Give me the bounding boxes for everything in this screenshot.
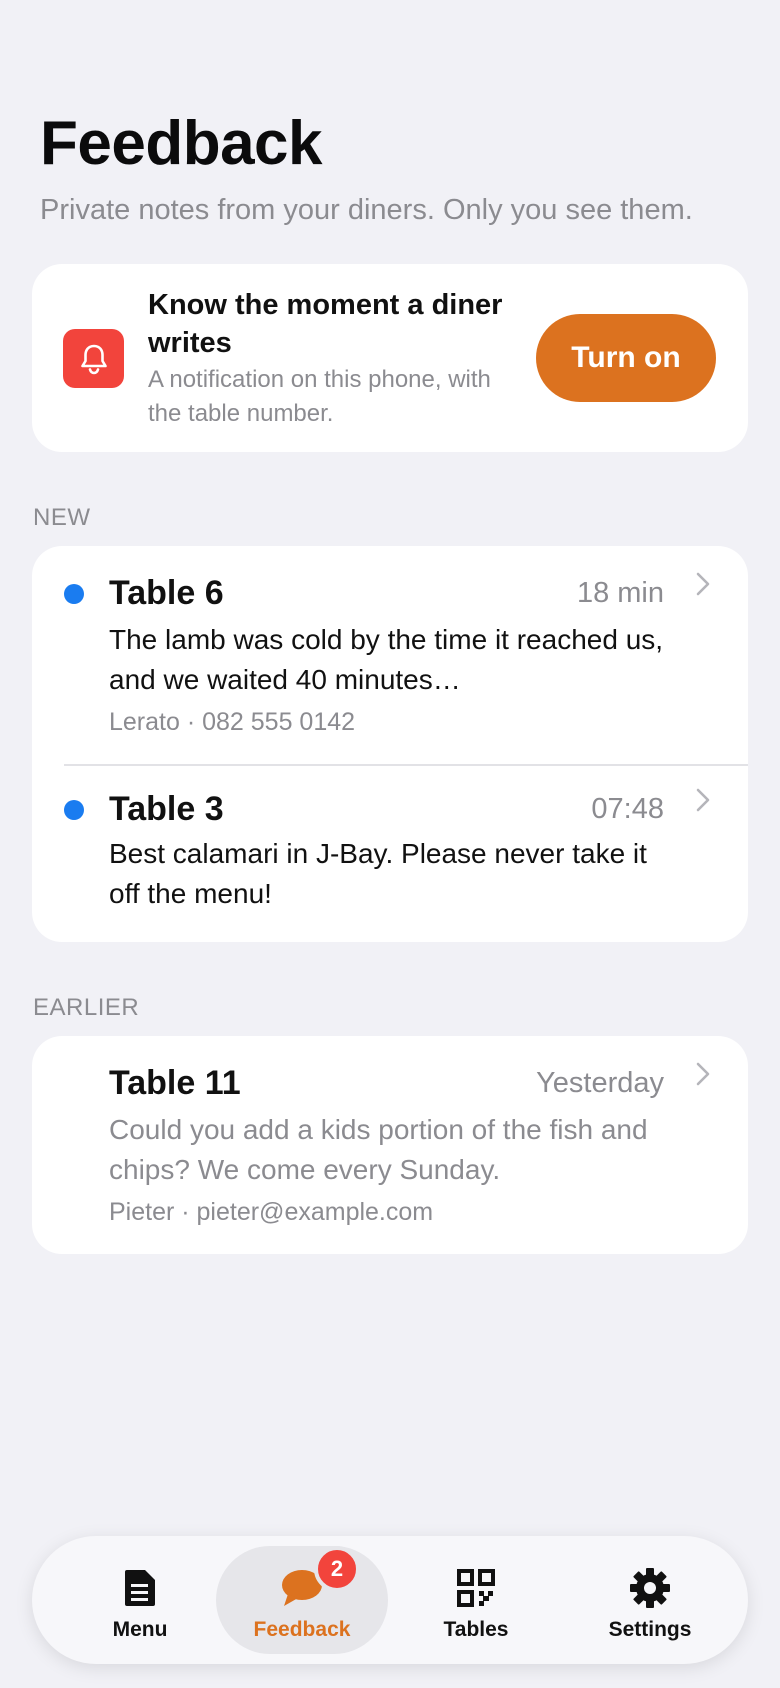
feedback-row[interactable]: Table 6 18 min The lamb was cold by the …	[32, 546, 748, 764]
chevron-right-icon	[696, 788, 710, 817]
section-label-earlier: EARLIER	[33, 994, 140, 1021]
qr-code-icon	[457, 1566, 495, 1610]
tab-label: Tables	[443, 1618, 509, 1641]
tab-label: Settings	[608, 1618, 692, 1641]
row-meta: Lerato · 082 555 0142	[109, 708, 356, 736]
new-feedback-list: Table 6 18 min The lamb was cold by the …	[32, 546, 748, 942]
unread-dot	[64, 584, 84, 604]
chevron-right-icon	[696, 1062, 710, 1091]
row-table: Table 6	[109, 574, 224, 612]
row-message: Could you add a kids portion of the fish…	[109, 1114, 648, 1185]
row-table: Table 11	[109, 1064, 241, 1102]
tab-menu[interactable]: Menu	[54, 1546, 226, 1654]
page-subtitle: Private notes from your diners. Only you…	[40, 194, 693, 226]
row-message: Best calamari in J-Bay. Please never tak…	[109, 838, 647, 909]
row-time: 18 min	[576, 577, 664, 609]
row-time: Yesterday	[536, 1067, 664, 1099]
turn-on-button[interactable]: Turn on	[536, 314, 716, 402]
row-table: Table 3	[109, 790, 224, 828]
feedback-row[interactable]: Table 3 07:48 Best calamari in J-Bay. Pl…	[32, 766, 748, 942]
unread-dot	[64, 800, 84, 820]
notify-subtitle: A notification on this phone, with the t…	[148, 366, 491, 427]
tab-label: Feedback	[253, 1618, 351, 1641]
row-meta: Pieter · pieter@example.com	[109, 1198, 434, 1226]
tab-bar: Menu 2 Feedback Tables Settings	[32, 1536, 748, 1664]
unread-badge: 2	[314, 1546, 360, 1592]
feedback-row[interactable]: Table 11 Yesterday Could you add a kids …	[32, 1036, 748, 1254]
tab-label: Menu	[112, 1618, 168, 1641]
notify-title: Know the moment a diner writes	[148, 289, 503, 359]
chevron-right-icon	[696, 572, 710, 601]
tab-feedback[interactable]: 2 Feedback	[216, 1546, 388, 1654]
tab-tables[interactable]: Tables	[390, 1546, 562, 1654]
document-icon	[123, 1566, 157, 1610]
tab-settings[interactable]: Settings	[564, 1546, 736, 1654]
gear-icon	[629, 1566, 671, 1610]
section-label-new: NEW	[33, 504, 91, 531]
page-title: Feedback	[40, 109, 323, 178]
row-time: 07:48	[591, 793, 664, 825]
earlier-feedback-list: Table 11 Yesterday Could you add a kids …	[32, 1036, 748, 1254]
notification-prompt-card: Know the moment a diner writes A notific…	[32, 264, 748, 452]
row-message: The lamb was cold by the time it reached…	[109, 624, 664, 695]
bell-icon	[63, 329, 124, 388]
